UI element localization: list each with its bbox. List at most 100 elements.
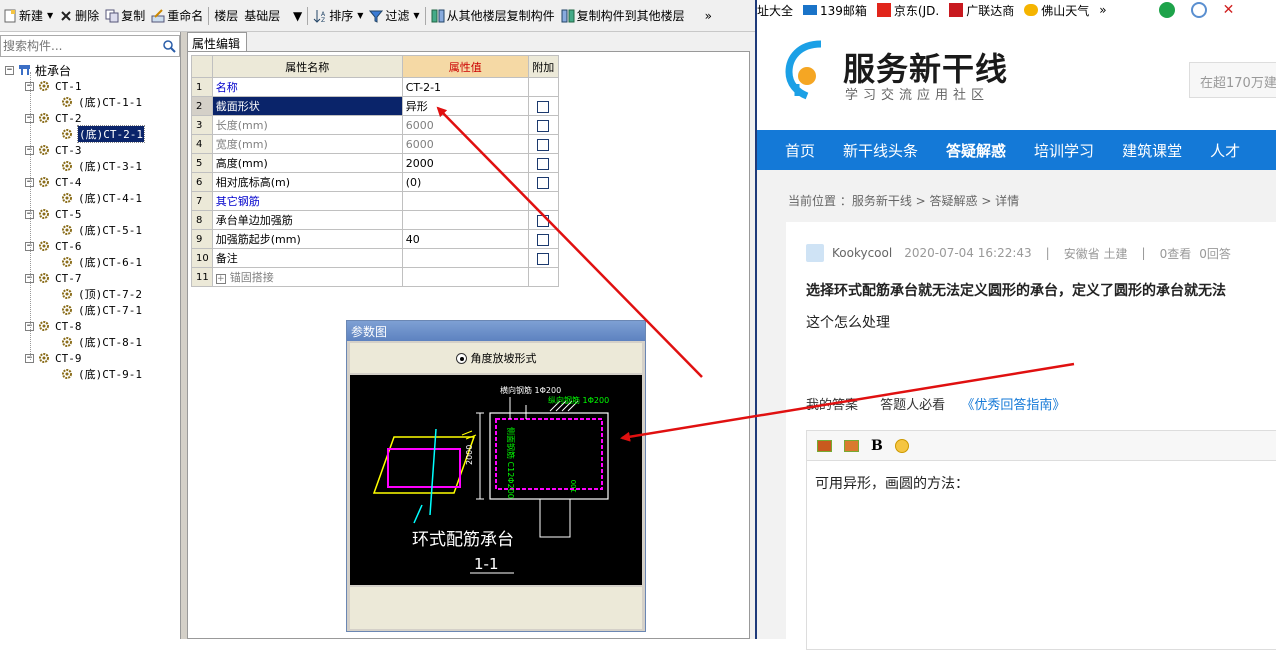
extra-checkbox[interactable] bbox=[537, 157, 550, 170]
nav-training[interactable]: 培训学习 bbox=[1034, 140, 1094, 161]
tab-property-edit[interactable]: 属性编辑 bbox=[187, 32, 247, 51]
radio-selected-icon[interactable] bbox=[455, 352, 467, 364]
table-row[interactable]: 8 承台单边加强筋 bbox=[191, 210, 559, 230]
copy-to-floor-button[interactable]: 复制构件到其他楼层 bbox=[558, 5, 688, 27]
tab-my-answer[interactable]: 我的答案 bbox=[806, 398, 858, 413]
search-button[interactable] bbox=[159, 36, 179, 56]
toolbar-overflow-button[interactable]: » bbox=[702, 5, 715, 27]
table-row[interactable]: 10 备注 bbox=[191, 248, 559, 268]
tree-item[interactable]: (底)CT-8-1 bbox=[61, 334, 142, 350]
property-value-cell[interactable] bbox=[401, 248, 529, 268]
sort-button[interactable]: AZ 排序 ▼ bbox=[310, 5, 366, 27]
answer-text[interactable]: 可用异形，画圆的方法： bbox=[807, 461, 1276, 505]
nav-qa[interactable]: 答疑解惑 bbox=[946, 140, 1006, 161]
tree-item[interactable]: (底)CT-2-1 bbox=[61, 125, 145, 143]
copy-from-floor-button[interactable]: 从其他楼层复制构件 bbox=[428, 5, 558, 27]
property-value[interactable]: 6000 bbox=[406, 138, 434, 151]
nav-headlines[interactable]: 新干线头条 bbox=[843, 140, 918, 161]
extra-checkbox[interactable] bbox=[537, 100, 550, 113]
expand-icon[interactable]: + bbox=[215, 274, 226, 284]
green-circle-icon[interactable] bbox=[1158, 2, 1175, 18]
table-row[interactable]: 4 宽度(mm) 6000 bbox=[191, 134, 559, 154]
site-search-input[interactable]: 在超170万建筑 bbox=[1189, 62, 1276, 98]
tree-root[interactable]: − 桩承台 bbox=[5, 62, 71, 78]
property-value-cell[interactable] bbox=[401, 267, 529, 287]
table-row[interactable]: 2 截面形状 异形 bbox=[191, 96, 559, 116]
delete-button[interactable]: 删除 bbox=[56, 5, 102, 27]
extra-checkbox[interactable] bbox=[537, 233, 550, 246]
table-row[interactable]: 5 高度(mm) 2000 bbox=[191, 153, 559, 173]
bookmark-item[interactable]: 京东(JD. bbox=[876, 2, 939, 19]
minus-icon[interactable] bbox=[1190, 2, 1207, 18]
property-value[interactable]: 2000 bbox=[406, 157, 434, 170]
table-row[interactable]: 9 加强筋起步(mm) 40 bbox=[191, 229, 559, 249]
rename-button[interactable]: 重命名 bbox=[148, 5, 206, 27]
avatar[interactable] bbox=[806, 244, 824, 262]
property-value[interactable]: 6000 bbox=[406, 119, 434, 132]
tree-item[interactable]: (底)CT-1-1 bbox=[61, 94, 142, 110]
tree-item[interactable]: (底)CT-7-1 bbox=[61, 302, 142, 318]
bookmark-item[interactable]: 139邮箱 bbox=[803, 2, 867, 19]
extra-checkbox[interactable] bbox=[537, 252, 550, 265]
tree-group[interactable]: − CT-1 bbox=[25, 78, 82, 94]
nav-talent[interactable]: 人才 bbox=[1210, 140, 1240, 161]
search-input[interactable] bbox=[1, 37, 159, 55]
table-row[interactable]: 6 相对底标高(m) (0) bbox=[191, 172, 559, 192]
tree-group[interactable]: − CT-9 bbox=[25, 350, 82, 366]
tree-group[interactable]: − CT-2 bbox=[25, 110, 82, 126]
filter-button[interactable]: 过滤 ▼ bbox=[366, 5, 422, 27]
emoji-icon[interactable] bbox=[894, 438, 909, 453]
new-button[interactable]: 新建 ▼ bbox=[0, 5, 56, 27]
answer-editor[interactable]: B 可用异形，画圆的方法： bbox=[806, 430, 1276, 650]
tree-group[interactable]: − CT-5 bbox=[25, 206, 82, 222]
copy-button[interactable]: 复制 bbox=[102, 5, 148, 27]
bookmark-item[interactable]: 广联达商 bbox=[949, 2, 1014, 19]
tree-item[interactable]: (底)CT-9-1 bbox=[61, 366, 142, 382]
extra-checkbox[interactable] bbox=[537, 214, 550, 227]
table-row[interactable]: 11 + 锚固搭接 bbox=[191, 267, 559, 287]
property-value-cell[interactable]: 40 bbox=[401, 229, 529, 249]
tree-item[interactable]: (底)CT-5-1 bbox=[61, 222, 142, 238]
property-value[interactable]: 40 bbox=[406, 233, 420, 246]
tree-group[interactable]: − CT-7 bbox=[25, 270, 82, 286]
tree-item[interactable]: (顶)CT-7-2 bbox=[61, 286, 142, 302]
table-row[interactable]: 3 长度(mm) 6000 bbox=[191, 115, 559, 135]
floor-select[interactable]: 基础层 ▼ bbox=[241, 6, 305, 26]
property-value-cell[interactable]: 2000 bbox=[401, 153, 529, 173]
user-name[interactable]: Kookycool bbox=[832, 246, 892, 260]
bold-button[interactable]: B bbox=[871, 438, 883, 454]
property-value-cell[interactable]: CT-2-1 bbox=[401, 77, 529, 97]
bookmark-item[interactable]: 佛山天气 bbox=[1024, 2, 1089, 19]
tree-item[interactable]: (底)CT-6-1 bbox=[61, 254, 142, 270]
image-icon[interactable] bbox=[817, 439, 832, 452]
tree-group[interactable]: − CT-3 bbox=[25, 142, 82, 158]
tree-group[interactable]: − CT-6 bbox=[25, 238, 82, 254]
property-value-cell[interactable]: (0) bbox=[401, 172, 529, 192]
table-row[interactable]: 7 其它钢筋 bbox=[191, 191, 559, 211]
property-value-cell[interactable]: 6000 bbox=[401, 134, 529, 154]
extra-checkbox[interactable] bbox=[537, 119, 550, 132]
slope-option[interactable]: 角度放坡形式 bbox=[350, 343, 642, 373]
property-value-cell[interactable]: 6000 bbox=[401, 115, 529, 135]
property-value[interactable]: (0) bbox=[406, 176, 422, 189]
extra-checkbox[interactable] bbox=[537, 138, 550, 151]
table-row[interactable]: 1 名称 CT-2-1 bbox=[191, 77, 559, 97]
nav-class[interactable]: 建筑课堂 bbox=[1122, 140, 1182, 161]
collapse-icon[interactable]: − bbox=[5, 65, 14, 75]
property-value-cell[interactable] bbox=[401, 210, 529, 230]
tree-group[interactable]: − CT-8 bbox=[25, 318, 82, 334]
image-upload-icon[interactable] bbox=[844, 439, 859, 452]
tree-item[interactable]: (底)CT-3-1 bbox=[61, 158, 142, 174]
guide-link[interactable]: 《优秀回答指南》 bbox=[961, 398, 1065, 413]
nav-home[interactable]: 首页 bbox=[785, 140, 815, 161]
tree-item[interactable]: (底)CT-4-1 bbox=[61, 190, 142, 206]
bookmark-item[interactable]: 址大全 bbox=[757, 2, 793, 19]
property-value-cell[interactable]: 异形 bbox=[401, 96, 529, 116]
close-icon[interactable]: ✕ bbox=[1223, 2, 1235, 18]
extra-checkbox[interactable] bbox=[537, 176, 550, 189]
tree-group[interactable]: − CT-4 bbox=[25, 174, 82, 190]
property-value[interactable]: CT-2-1 bbox=[406, 81, 441, 94]
tab-must-read[interactable]: 答题人必看 bbox=[880, 398, 945, 413]
property-value-cell[interactable] bbox=[401, 191, 529, 211]
bookmarks-more[interactable]: » bbox=[1099, 3, 1106, 17]
